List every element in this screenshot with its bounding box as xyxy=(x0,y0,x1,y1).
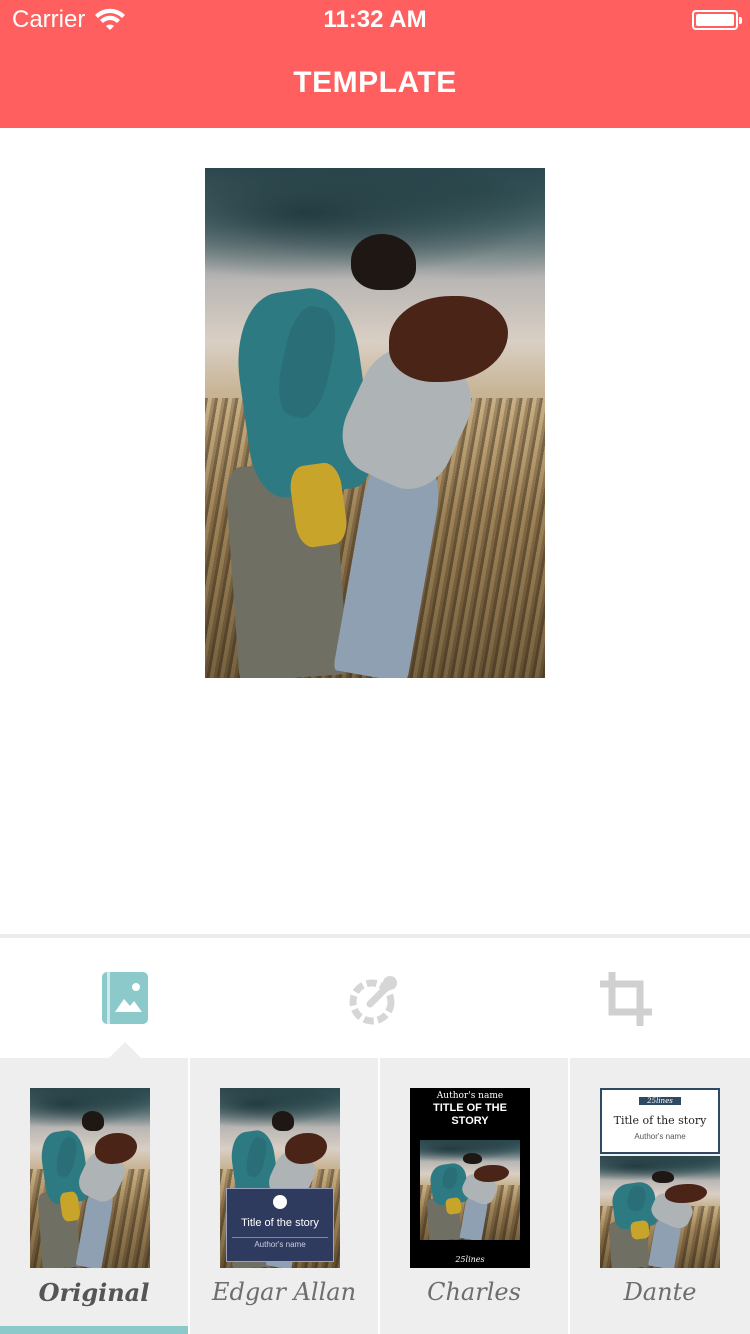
status-time: 11:32 AM xyxy=(323,6,427,33)
template-thumbnail: 25lines Title of the story Author's name xyxy=(600,1088,720,1268)
logo-icon xyxy=(273,1195,287,1209)
cover-title: Title of the story xyxy=(241,1217,319,1229)
template-label: Charles xyxy=(427,1278,521,1306)
cover-title: Title of the story xyxy=(613,1114,707,1127)
status-bar: Carrier 11:32 AM xyxy=(0,0,750,40)
selected-template-indicator xyxy=(0,1326,188,1334)
crop-icon xyxy=(600,972,652,1026)
tab-template[interactable] xyxy=(97,968,153,1028)
template-edgar-allan[interactable]: Title of the story Author's name Edgar A… xyxy=(190,1058,380,1334)
tool-tabbar xyxy=(0,934,750,1062)
template-charles[interactable]: Author's name TITLE OF THE STORY 25lines… xyxy=(380,1058,570,1334)
navigation-bar: Carrier 11:32 AM TEMPLATE xyxy=(0,0,750,128)
cover-title: TITLE OF THE STORY xyxy=(433,1102,507,1127)
template-label: Original xyxy=(38,1278,150,1307)
template-thumbnail xyxy=(30,1088,150,1268)
template-thumbnail: Author's name TITLE OF THE STORY 25lines xyxy=(410,1088,530,1268)
cover-logo: 25lines xyxy=(455,1255,485,1264)
template-original[interactable]: Original xyxy=(0,1058,190,1334)
book-image-icon xyxy=(102,972,148,1024)
screen: Carrier 11:32 AM TEMPLATE Original Title… xyxy=(0,0,750,1334)
cover-title-box: Title of the story Author's name xyxy=(226,1188,334,1262)
cover-logo: 25lines xyxy=(639,1097,681,1105)
color-picker-icon xyxy=(349,976,397,1025)
cover-title-box: 25lines Title of the story Author's name xyxy=(600,1088,720,1154)
battery-icon xyxy=(692,10,742,30)
template-dante[interactable]: 25lines Title of the story Author's name… xyxy=(570,1058,750,1334)
template-list: Original Title of the story Author's nam… xyxy=(0,1058,750,1334)
cover-author: Author's name xyxy=(254,1240,306,1249)
template-label: Dante xyxy=(623,1278,697,1306)
tab-color[interactable] xyxy=(347,968,403,1028)
cover-preview-image xyxy=(205,168,545,678)
tab-crop[interactable] xyxy=(597,968,653,1028)
template-thumbnail: Title of the story Author's name xyxy=(220,1088,340,1268)
page-title: TEMPLATE xyxy=(293,66,457,99)
cover-author: Author's name xyxy=(436,1091,504,1101)
cover-author: Author's name xyxy=(634,1132,686,1141)
template-label: Edgar Allan xyxy=(211,1278,357,1306)
